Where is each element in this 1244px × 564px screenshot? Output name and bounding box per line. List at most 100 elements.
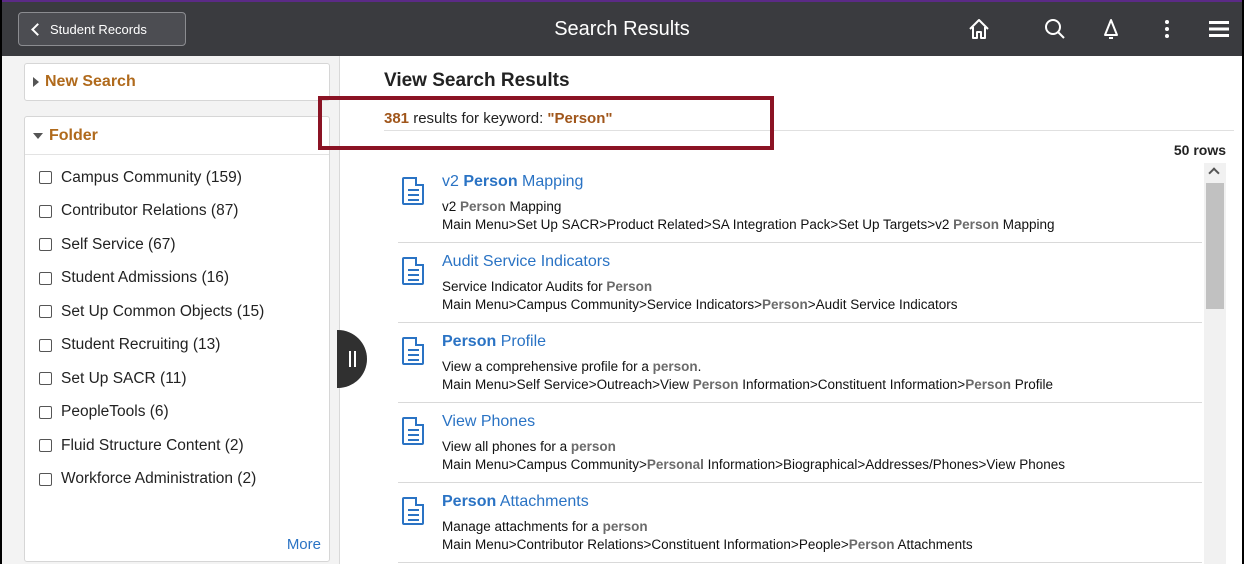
result-path-highlight: Personal [646,457,704,472]
scrollbar[interactable] [1204,163,1226,564]
folder-item-label: Workforce Administration (2) [61,470,257,488]
document-icon [402,257,424,285]
result-path-text: Main Menu>Contributor Relations>Constitu… [442,537,849,552]
more-vertical-icon[interactable] [1152,14,1182,44]
folder-item[interactable]: Self Service (67) [25,228,329,262]
app-header: Student Records Search Results [2,0,1242,56]
folder-item-label: Self Service (67) [61,235,176,253]
folder-item-label: Student Admissions (16) [61,269,230,287]
search-result-item: View Phones View all phones for a person M… [398,403,1202,483]
folder-item[interactable]: Fluid Structure Content (2) [25,429,329,463]
folder-item[interactable]: Set Up SACR (11) [25,362,329,396]
result-path-highlight: Person [692,377,739,392]
search-result-item: Audit Service Indicators Service Indicato… [398,243,1202,323]
result-description-highlight: Person [606,279,653,294]
folder-item-label: PeopleTools (6) [61,403,169,421]
result-path-text: Mapping [998,217,1055,232]
folder-item[interactable]: Student Recruiting (13) [25,329,329,363]
caret-down-icon [33,132,43,139]
new-search-toggle[interactable]: New Search [24,63,330,101]
folder-item[interactable]: Set Up Common Objects (15) [25,295,329,329]
folder-item[interactable]: PeopleTools (6) [25,396,329,430]
result-description-highlight: person [602,519,648,534]
result-title-link[interactable]: View Phones [442,413,535,431]
folder-item[interactable]: Campus Community (159) [25,161,329,195]
folder-toggle[interactable]: Folder [25,117,329,155]
folder-item[interactable]: Workforce Administration (2) [25,463,329,497]
row-count-label: 50 rows [1173,142,1226,158]
scroll-up-icon[interactable] [1208,167,1220,179]
checkbox[interactable] [39,405,52,419]
folder-item-label: Contributor Relations (87) [61,202,239,220]
folder-list: Campus Community (159) Contributor Relat… [25,155,329,496]
grip-bar [348,351,351,367]
result-path-highlight: Person [953,217,999,232]
result-path-text: Main Menu>Self Service>Outreach>View [442,377,693,392]
result-path: Main Menu>Set Up SACR>Product Related>SA… [442,217,1055,232]
folder-item[interactable]: Contributor Relations (87) [25,195,329,229]
checkbox[interactable] [39,171,52,185]
result-path-text: Profile [1010,377,1053,392]
checkbox[interactable] [39,305,52,319]
result-path-text: Information>Biographical>Addresses/Phone… [703,457,1065,472]
result-title-text: Mapping [517,173,584,190]
result-path-text: >Audit Service Indicators [807,297,958,312]
result-description-text: View all phones for a [442,439,571,454]
checkbox[interactable] [39,271,52,285]
result-title-text: v2 [442,173,464,190]
result-title-text: Audit Service Indicators [442,253,611,270]
document-icon [402,497,424,525]
more-link[interactable]: More [287,536,321,553]
search-result-item: Person Attachments Manage attachments for… [398,483,1202,563]
document-icon [402,177,424,205]
document-icon [402,417,424,445]
scrollbar-thumb[interactable] [1206,183,1224,309]
folder-item-label: Campus Community (159) [61,168,242,186]
back-button[interactable]: Student Records [18,12,186,46]
result-title-link[interactable]: Audit Service Indicators [442,253,610,271]
search-result-item: Person Profile View a comprehensive profi… [398,323,1202,403]
result-path: Main Menu>Campus Community>Service Indic… [442,297,958,312]
result-path-highlight: Person [762,297,808,312]
checkbox[interactable] [39,372,52,386]
result-path-text: Main Menu>Set Up SACR>Product Related>SA… [442,217,954,232]
checkbox[interactable] [39,238,52,252]
result-description-text: Mapping [505,199,562,214]
result-description-text: Manage attachments for a [442,519,603,534]
checkbox[interactable] [39,439,52,453]
result-path-text: Main Menu>Campus Community> [442,457,647,472]
folder-item-label: Student Recruiting (13) [61,336,221,354]
caret-right-icon [33,77,39,87]
folder-item[interactable]: Student Admissions (16) [25,262,329,296]
result-title-link[interactable]: Person Profile [442,333,546,351]
checkbox[interactable] [39,204,52,218]
result-path-text: Attachments [894,537,973,552]
result-title-link[interactable]: v2 Person Mapping [442,173,583,191]
result-title-highlight: Person [442,333,497,350]
bell-icon[interactable] [1096,14,1126,44]
result-path-text: Main Menu>Campus Community>Service Indic… [442,297,763,312]
checkbox[interactable] [39,472,52,486]
home-icon[interactable] [964,14,994,44]
result-title-highlight: Person [442,493,497,510]
folder-panel: Folder Campus Community (159) Contributo… [24,116,330,562]
result-path: Main Menu>Contributor Relations>Constitu… [442,537,973,552]
result-description: View all phones for a person [442,439,616,454]
result-description: Service Indicator Audits for Person [442,279,652,294]
checkbox[interactable] [39,338,52,352]
result-description-text: Service Indicator Audits for [442,279,607,294]
folder-item-label: Fluid Structure Content (2) [61,436,244,454]
result-description-text: . [697,359,702,374]
result-description: v2 Person Mapping [442,199,561,214]
result-description-highlight: person [570,439,616,454]
highlight-box [318,96,774,150]
result-title-text: View Phones [442,413,536,430]
result-description-highlight: Person [460,199,506,214]
menu-icon[interactable] [1204,14,1234,44]
result-path-highlight: Person [965,377,1011,392]
chevron-left-icon [31,22,44,36]
result-description: View a comprehensive profile for a perso… [442,359,701,374]
result-title-link[interactable]: Person Attachments [442,493,589,511]
search-result-item: v2 Person Mapping v2 Person Mapping Main M… [398,163,1202,243]
search-icon[interactable] [1040,14,1070,44]
